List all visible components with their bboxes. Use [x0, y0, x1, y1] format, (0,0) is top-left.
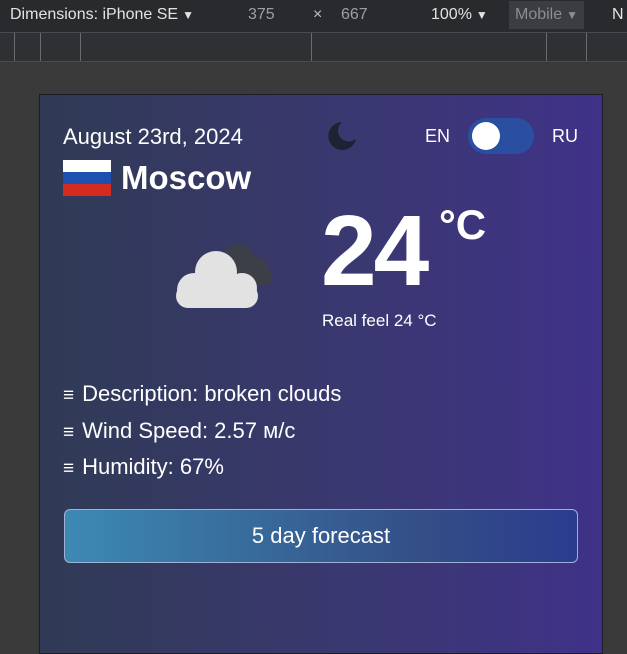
menu-lines-icon: ≡ [63, 422, 75, 443]
russia-flag-icon [63, 160, 111, 196]
description-row: ≡ Description: broken clouds [63, 381, 341, 407]
zoom-select[interactable]: 100% ▼ [431, 6, 488, 24]
mode-dropdown-caret-icon: ▼ [566, 8, 579, 22]
device-select-label: Dimensions: iPhone SE [10, 6, 179, 23]
devtools-device-toolbar: Dimensions: iPhone SE ▼ 375 × 667 100% ▼ M… [0, 0, 627, 32]
dimension-times-icon: × [313, 6, 323, 23]
menu-lines-icon: ≡ [63, 458, 75, 479]
humidity-row: ≡ Humidity: 67% [63, 454, 224, 480]
theme-toggle-button[interactable] [324, 118, 360, 154]
ruler-tick [311, 33, 312, 61]
toggle-knob [472, 122, 500, 150]
wind-speed-text: Wind Speed: 2.57 м/с [82, 418, 296, 443]
media-query-ruler[interactable] [0, 32, 627, 62]
temperature-value: 24 [321, 195, 429, 307]
viewport-height-input[interactable]: 667 [341, 6, 368, 24]
humidity-text: Humidity: 67% [82, 454, 224, 479]
ruler-tick [586, 33, 587, 61]
device-mode-select[interactable]: Mobile ▼ [509, 1, 585, 29]
device-dropdown-caret-icon: ▼ [182, 8, 194, 22]
temperature-unit: °C [439, 201, 487, 248]
real-feel-label: Real feel 24 °C [322, 311, 437, 330]
broken-clouds-icon [176, 244, 272, 308]
date-label: August 23rd, 2024 [63, 124, 243, 149]
wind-speed-row: ≡ Wind Speed: 2.57 м/с [63, 418, 295, 444]
menu-lines-icon: ≡ [63, 385, 75, 406]
city-name: Moscow [121, 159, 252, 196]
device-mode-label: Mobile [515, 6, 563, 23]
five-day-forecast-button[interactable]: 5 day forecast [64, 509, 578, 563]
ruler-tick [80, 33, 81, 61]
language-ru-label[interactable]: RU [552, 126, 578, 147]
moon-icon [328, 122, 356, 150]
weather-card: August 23rd, 2024 EN RU Moscow 24 °C Rea… [39, 94, 603, 654]
language-toggle[interactable] [468, 118, 534, 154]
ruler-tick [546, 33, 547, 61]
zoom-dropdown-caret-icon: ▼ [475, 8, 488, 22]
language-en-label[interactable]: EN [425, 126, 450, 147]
ruler-tick [40, 33, 41, 61]
zoom-select-label: 100% [431, 6, 472, 23]
ruler-tick [14, 33, 15, 61]
viewport-width-input[interactable]: 375 [248, 6, 275, 24]
device-select[interactable]: Dimensions: iPhone SE ▼ [10, 6, 194, 24]
description-text: Description: broken clouds [82, 381, 342, 406]
toolbar-overflow-label[interactable]: N [612, 6, 624, 24]
